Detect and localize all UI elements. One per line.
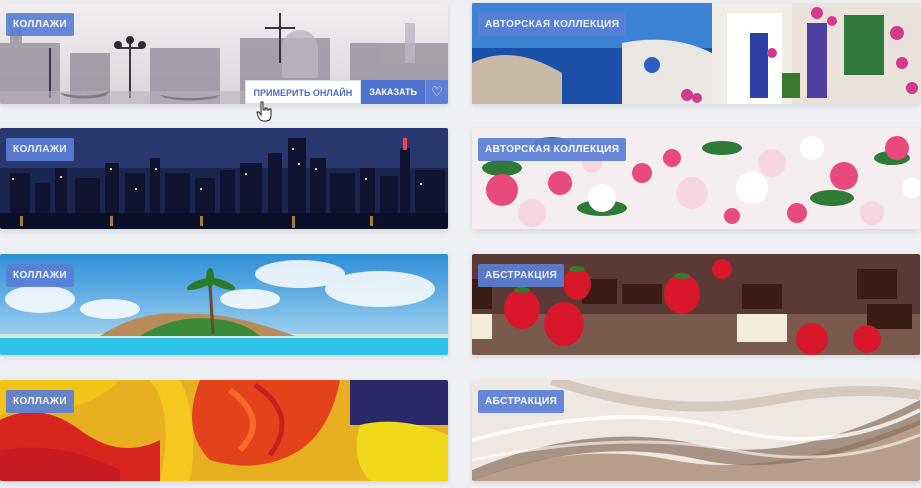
- wallpaper-card-venice[interactable]: КОЛЛАЖИ ПРИМЕРИТЬ ОНЛАЙН ЗАКАЗАТЬ ♡: [0, 3, 448, 104]
- wallpaper-card-chocolate[interactable]: АБСТРАКЦИЯ: [472, 254, 920, 355]
- order-button[interactable]: ЗАКАЗАТЬ: [361, 80, 425, 104]
- wallpaper-gallery: КОЛЛАЖИ ПРИМЕРИТЬ ОНЛАЙН ЗАКАЗАТЬ ♡ АВТО…: [0, 0, 921, 488]
- wallpaper-card-flowers[interactable]: АВТОРСКАЯ КОЛЛЕКЦИЯ: [472, 128, 920, 229]
- category-badge[interactable]: КОЛЛАЖИ: [6, 138, 74, 161]
- wallpaper-card-santorini[interactable]: АВТОРСКАЯ КОЛЛЕКЦИЯ: [472, 3, 920, 104]
- wallpaper-card-city[interactable]: КОЛЛАЖИ: [0, 128, 448, 229]
- category-badge[interactable]: АБСТРАКЦИЯ: [478, 390, 565, 413]
- heart-icon: ♡: [431, 84, 443, 99]
- card-hover-actions: ПРИМЕРИТЬ ОНЛАЙН ЗАКАЗАТЬ ♡: [244, 80, 448, 104]
- category-badge[interactable]: АВТОРСКАЯ КОЛЛЕКЦИЯ: [478, 138, 627, 161]
- wallpaper-card-abstract[interactable]: АБСТРАКЦИЯ: [472, 380, 920, 481]
- category-badge[interactable]: КОЛЛАЖИ: [6, 390, 74, 413]
- category-badge[interactable]: КОЛЛАЖИ: [6, 264, 74, 287]
- hand-pointer-cursor: [256, 101, 272, 122]
- category-badge[interactable]: АВТОРСКАЯ КОЛЛЕКЦИЯ: [478, 13, 627, 36]
- category-badge[interactable]: КОЛЛАЖИ: [6, 13, 74, 36]
- favorite-button[interactable]: ♡: [425, 80, 448, 104]
- wallpaper-card-island[interactable]: КОЛЛАЖИ: [0, 254, 448, 355]
- category-badge[interactable]: АБСТРАКЦИЯ: [478, 264, 565, 287]
- wallpaper-card-paint[interactable]: КОЛЛАЖИ: [0, 380, 448, 481]
